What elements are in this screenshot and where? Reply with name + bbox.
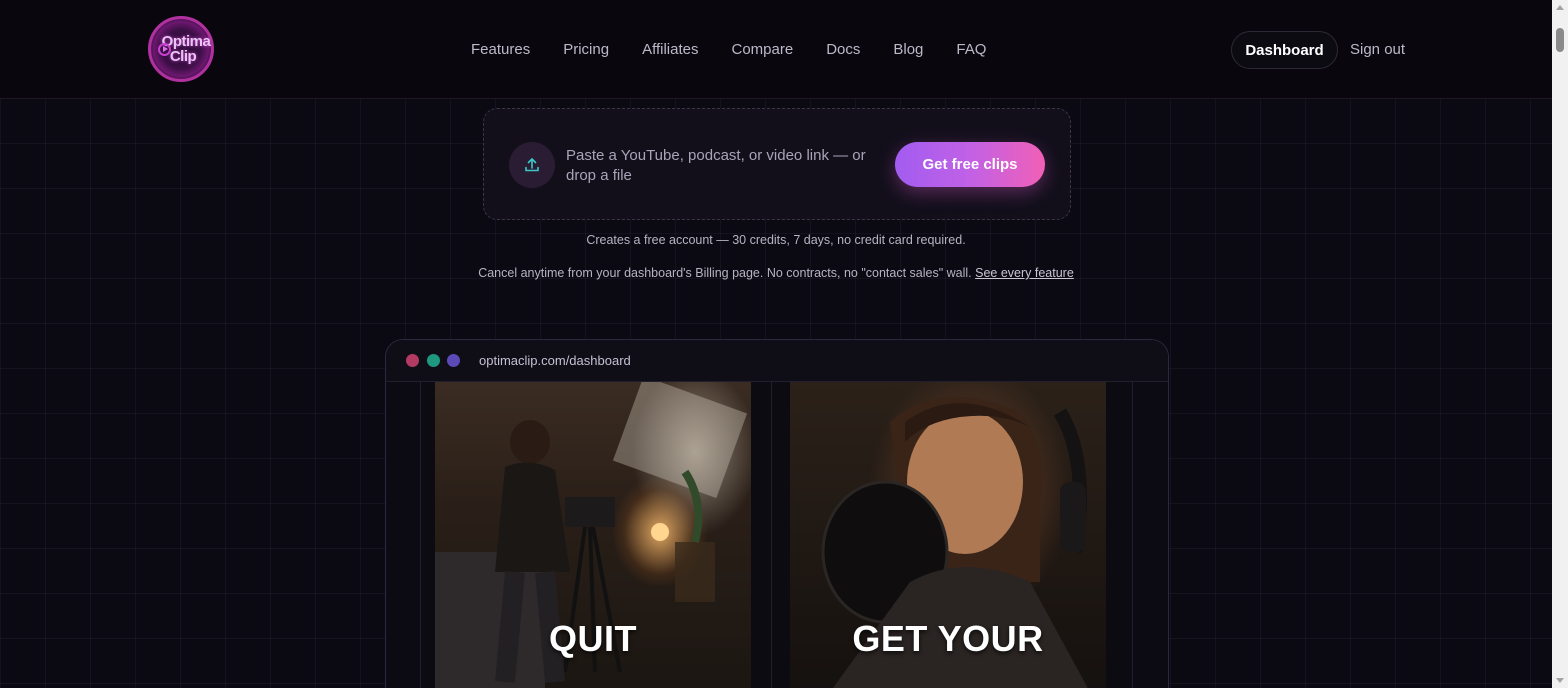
nav-docs[interactable]: Docs bbox=[826, 40, 860, 60]
scroll-down-arrow-icon[interactable] bbox=[1556, 678, 1564, 683]
clip-preview[interactable]: QUIT bbox=[435, 382, 751, 688]
nav-faq[interactable]: FAQ bbox=[956, 40, 986, 60]
site-header: Optima Clip Features Pricing Affiliates … bbox=[0, 0, 1552, 99]
browser-url: optimaclip.com/dashboard bbox=[479, 353, 631, 368]
clip-caption: QUIT bbox=[549, 618, 637, 659]
window-dot-red bbox=[406, 354, 419, 367]
nav-features[interactable]: Features bbox=[471, 40, 530, 60]
nav-affiliates[interactable]: Affiliates bbox=[642, 40, 698, 60]
dashboard-preview: QUIT GET YOUR bbox=[420, 382, 1133, 688]
nav-compare[interactable]: Compare bbox=[731, 40, 793, 60]
clip-preview[interactable]: GET YOUR bbox=[790, 382, 1106, 688]
sign-out-link[interactable]: Sign out bbox=[1350, 40, 1405, 60]
page-scrollbar[interactable] bbox=[1552, 0, 1568, 688]
divider bbox=[771, 382, 772, 688]
page: Optima Clip Features Pricing Affiliates … bbox=[0, 0, 1552, 688]
clip-caption: GET YOUR bbox=[852, 618, 1044, 659]
nav-pricing[interactable]: Pricing bbox=[563, 40, 609, 60]
see-every-feature-link[interactable]: See every feature bbox=[975, 266, 1074, 280]
cancel-note: Cancel anytime from your dashboard's Bil… bbox=[0, 266, 1552, 280]
scroll-up-arrow-icon[interactable] bbox=[1556, 5, 1564, 10]
dashboard-button[interactable]: Dashboard bbox=[1231, 31, 1338, 69]
logo-text-line2: Clip bbox=[169, 48, 197, 65]
upload-icon[interactable] bbox=[509, 142, 555, 188]
logo[interactable]: Optima Clip bbox=[148, 16, 214, 82]
scrollbar-thumb[interactable] bbox=[1556, 28, 1564, 52]
upload-dropzone[interactable]: Paste a YouTube, podcast, or video link … bbox=[483, 108, 1071, 220]
window-dot-blue bbox=[447, 354, 460, 367]
play-icon bbox=[158, 43, 171, 56]
nav-blog[interactable]: Blog bbox=[893, 40, 923, 60]
browser-mockup: optimaclip.com/dashboard QUIT GET YOUR bbox=[385, 339, 1169, 688]
cancel-note-text: Cancel anytime from your dashboard's Bil… bbox=[478, 266, 972, 280]
browser-titlebar: optimaclip.com/dashboard bbox=[386, 340, 1168, 382]
link-input-placeholder[interactable]: Paste a YouTube, podcast, or video link … bbox=[566, 146, 866, 186]
window-dot-green bbox=[427, 354, 440, 367]
main-nav: Features Pricing Affiliates Compare Docs… bbox=[471, 40, 1019, 60]
free-account-note: Creates a free account — 30 credits, 7 d… bbox=[586, 233, 966, 247]
get-free-clips-button[interactable]: Get free clips bbox=[895, 142, 1045, 187]
